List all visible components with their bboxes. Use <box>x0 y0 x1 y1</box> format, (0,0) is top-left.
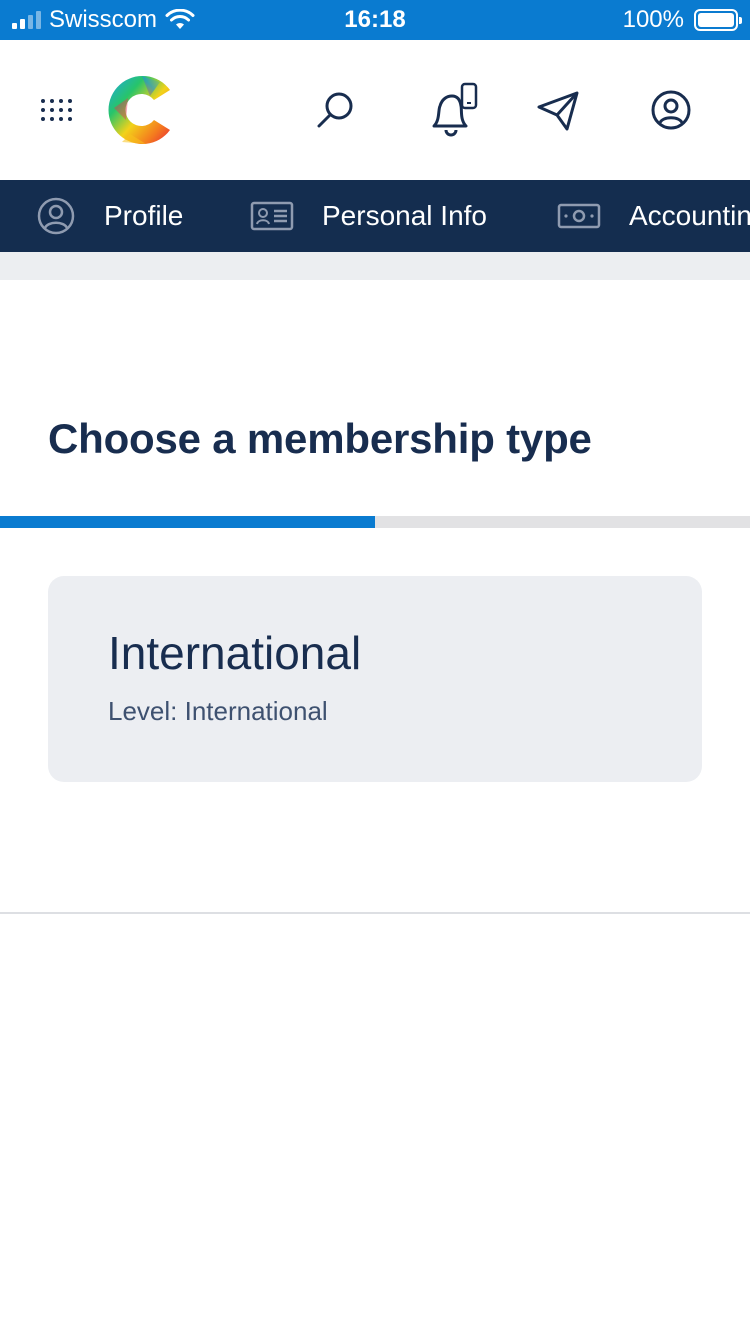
wifi-icon <box>165 9 195 29</box>
user-circle-icon <box>36 196 76 236</box>
messages-button[interactable] <box>520 40 595 180</box>
content-top-divider <box>0 252 750 280</box>
progress-bar <box>0 516 750 528</box>
tab-profile[interactable]: Profile <box>36 180 183 252</box>
tab-bar: Profile Personal Info Accountin <box>0 180 750 252</box>
account-button[interactable] <box>633 40 708 180</box>
search-button[interactable] <box>300 40 370 180</box>
status-right: 100% <box>622 0 742 40</box>
app-header <box>0 40 750 180</box>
app-logo[interactable] <box>100 68 184 152</box>
id-card-icon <box>250 201 294 231</box>
tab-label: Accountin <box>629 200 750 231</box>
progress-fill <box>0 516 375 528</box>
search-icon <box>317 92 353 128</box>
account-icon <box>651 90 690 130</box>
option-subtitle: Level: International <box>108 696 328 726</box>
status-bar: Swisscom 16:18 100% <box>0 0 750 40</box>
status-left: Swisscom <box>0 6 300 34</box>
tab-label: Personal Info <box>322 200 487 231</box>
membership-card: Choose a membership type International L… <box>0 280 750 914</box>
send-icon <box>537 91 578 131</box>
bell-icon <box>432 82 478 137</box>
apps-menu-button[interactable] <box>22 40 90 180</box>
page-title: Choose a membership type <box>48 415 592 462</box>
tab-personal-info[interactable]: Personal Info <box>250 180 487 252</box>
banknote-icon <box>557 203 601 229</box>
option-title: International <box>108 627 362 679</box>
apps-grid-icon <box>40 99 72 121</box>
tab-label: Profile <box>104 200 184 231</box>
cellular-signal-icon <box>12 11 41 29</box>
carrier-label: Swisscom <box>49 6 158 33</box>
notifications-button[interactable] <box>410 40 490 180</box>
membership-option-international[interactable]: International Level: International <box>48 576 702 782</box>
battery-icon <box>694 9 742 31</box>
battery-percentage: 100% <box>622 6 684 33</box>
tab-accounting[interactable]: Accountin <box>557 180 750 252</box>
